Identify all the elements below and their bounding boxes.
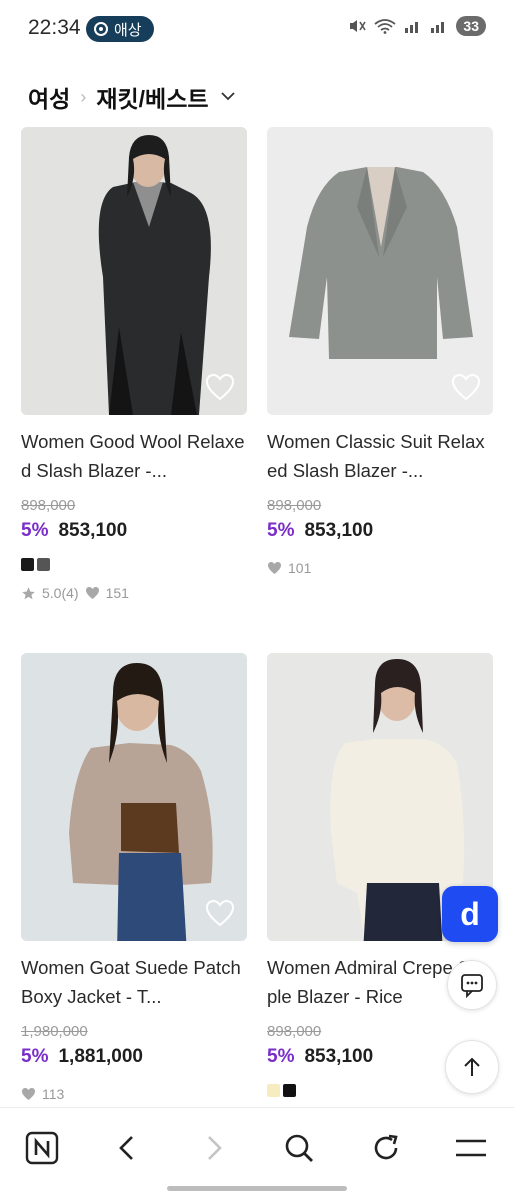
d-app-button[interactable]: d: [442, 886, 498, 942]
original-price: 898,000: [267, 497, 322, 514]
like-count: 151: [105, 585, 129, 601]
network-badge: 애상: [86, 16, 154, 42]
breadcrumb-separator: ›: [80, 86, 87, 107]
search-icon: [285, 1134, 313, 1162]
like-count: 113: [42, 1086, 65, 1102]
sale-price: 853,100: [304, 520, 374, 541]
sale-price: 853,100: [304, 1046, 374, 1067]
d-logo: d: [460, 895, 480, 932]
hotspot-icon: [94, 22, 108, 36]
original-price: 898,000: [267, 1023, 322, 1040]
product-card[interactable]: Women Admiral Crepe Staple Blazer - Rice…: [267, 653, 493, 1097]
sale-price: 853,100: [58, 520, 128, 541]
original-price: 1,980,000: [21, 1023, 88, 1040]
like-count: 101: [288, 560, 312, 576]
back-button[interactable]: [107, 1128, 147, 1168]
signal-icon: [405, 22, 419, 33]
discount-rate: 5%: [21, 520, 49, 541]
price-row: 5% 1,881,000: [21, 1046, 247, 1068]
breadcrumb-women[interactable]: 여성: [28, 80, 70, 114]
product-image[interactable]: [21, 127, 247, 415]
price-row: 5% 853,100: [267, 520, 493, 542]
heart-icon[interactable]: [205, 899, 235, 927]
heart-icon: [85, 587, 99, 599]
original-price: 898,000: [21, 497, 76, 514]
price-row: 5% 853,100: [21, 520, 247, 542]
product-image[interactable]: [267, 127, 493, 415]
product-photo-suede-jacket: [21, 653, 247, 941]
forward-button[interactable]: [194, 1128, 234, 1168]
home-indicator[interactable]: [167, 1186, 347, 1191]
wifi-icon: [374, 19, 396, 34]
hamburger-menu-icon: [456, 1139, 486, 1157]
signal-icon-2: [431, 22, 445, 33]
heart-icon: [22, 1088, 35, 1100]
battery-indicator: 33: [456, 16, 486, 36]
heart-icon[interactable]: [451, 373, 481, 401]
search-button[interactable]: [279, 1128, 319, 1168]
discount-rate: 5%: [267, 1046, 295, 1067]
status-icons: 33: [348, 16, 486, 36]
breadcrumb-jackets[interactable]: 재킷/베스트: [96, 80, 208, 114]
chevron-down-icon[interactable]: [220, 88, 235, 106]
refresh-button[interactable]: [366, 1128, 406, 1168]
color-swatch: [283, 1084, 296, 1097]
chevron-left-icon: [119, 1136, 133, 1160]
status-time: 22:34: [28, 16, 81, 39]
network-badge-label: 애상: [114, 21, 142, 39]
color-swatch: [21, 558, 34, 571]
color-swatches: [21, 558, 247, 571]
sale-price: 1,881,000: [58, 1046, 143, 1067]
product-title[interactable]: Women Good Wool Relaxed Slash Blazer -..…: [21, 427, 247, 485]
arrow-up-icon: [464, 1057, 480, 1076]
chevron-right-icon: [208, 1136, 222, 1160]
product-title[interactable]: Women Goat Suede Patch Boxy Jacket - T..…: [21, 953, 247, 1011]
product-meta: 113: [21, 1086, 247, 1102]
heart-icon[interactable]: [205, 373, 235, 401]
product-card[interactable]: Women Goat Suede Patch Boxy Jacket - T..…: [21, 653, 247, 1102]
product-image[interactable]: [21, 653, 247, 941]
product-meta: 101: [267, 560, 493, 576]
product-photo-blazer-black: [21, 127, 247, 415]
product-title[interactable]: Women Classic Suit Relaxed Slash Blazer …: [267, 427, 493, 485]
star-icon: [22, 586, 35, 599]
discount-rate: 5%: [267, 520, 295, 541]
color-swatch: [37, 558, 50, 571]
product-card[interactable]: Women Classic Suit Relaxed Slash Blazer …: [267, 127, 493, 576]
chat-icon: [461, 974, 483, 998]
breadcrumb: 여성 › 재킷/베스트: [28, 80, 235, 114]
scroll-top-button[interactable]: [445, 1040, 499, 1094]
rating-value: 5.0(4): [42, 585, 79, 601]
product-meta: 5.0(4) 151: [21, 585, 247, 601]
menu-button[interactable]: [451, 1128, 491, 1168]
product-photo-blazer-grey: [267, 127, 493, 415]
refresh-icon: [374, 1134, 398, 1160]
status-bar: 22:34 애상 33: [0, 0, 514, 58]
naver-n-icon: [25, 1131, 59, 1165]
heart-icon: [268, 562, 281, 574]
mute-icon: [350, 20, 367, 32]
discount-rate: 5%: [21, 1046, 49, 1067]
naver-home-button[interactable]: [22, 1128, 62, 1168]
chat-button[interactable]: [447, 960, 497, 1010]
color-swatch: [267, 1084, 280, 1097]
product-card[interactable]: Women Good Wool Relaxed Slash Blazer -..…: [21, 127, 247, 601]
